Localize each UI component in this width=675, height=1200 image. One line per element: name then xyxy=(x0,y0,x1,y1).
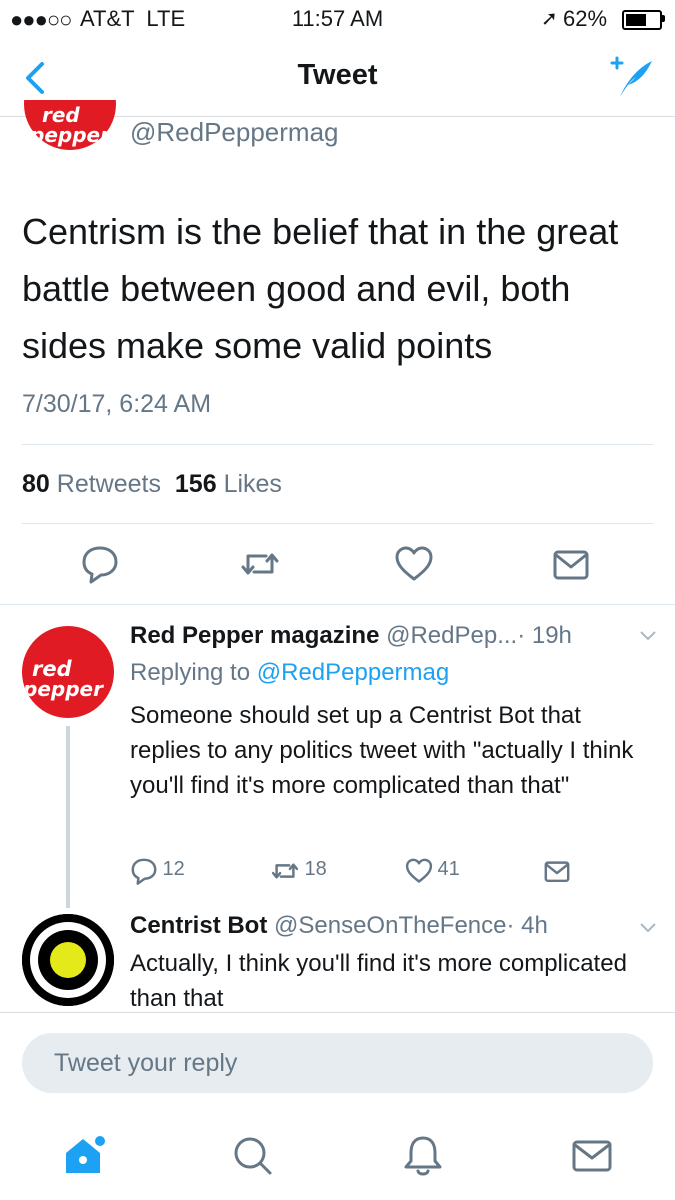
tab-search[interactable] xyxy=(230,1133,276,1179)
direct-message-button[interactable] xyxy=(542,857,572,887)
location-arrow-icon: ➚ xyxy=(541,8,558,30)
envelope-icon xyxy=(544,861,570,883)
reply-icon xyxy=(131,858,157,885)
battery-tip xyxy=(662,15,665,22)
reply-header: Centrist Bot @SenseOnTheFence· 4h xyxy=(130,912,548,940)
battery-icon xyxy=(622,10,662,30)
reply-input-placeholder: Tweet your reply xyxy=(54,1049,238,1077)
composer-divider xyxy=(0,1012,675,1013)
home-icon xyxy=(66,1136,105,1173)
heart-icon xyxy=(395,546,433,581)
retweet-icon xyxy=(241,553,279,575)
likes-count[interactable]: 156 xyxy=(175,470,217,498)
divider xyxy=(22,444,653,445)
reply-button[interactable]: 12 xyxy=(130,857,185,887)
reply-author-handle[interactable]: @RedPep... xyxy=(386,622,517,649)
battery-percent: 62% xyxy=(563,6,608,31)
reply-button[interactable] xyxy=(80,544,120,584)
retweet-icon xyxy=(271,863,299,879)
replying-to-handle[interactable]: @RedPeppermag xyxy=(257,659,449,686)
tweet-menu-button[interactable] xyxy=(638,918,658,938)
reply-time: · 4h xyxy=(506,912,548,939)
compose-tweet-button[interactable] xyxy=(606,55,656,100)
chevron-down-icon xyxy=(640,631,656,641)
tweet-timestamp: 7/30/17, 6:24 AM xyxy=(22,390,212,418)
like-count: 41 xyxy=(437,858,460,881)
thread-line xyxy=(66,726,70,908)
reply-input[interactable]: Tweet your reply xyxy=(22,1033,653,1093)
chevron-down-icon xyxy=(640,923,656,933)
retweet-count: 18 xyxy=(304,858,327,881)
retweets-count[interactable]: 80 xyxy=(22,470,50,498)
reply-avatar[interactable] xyxy=(22,914,114,1006)
author-avatar[interactable]: red pepper xyxy=(22,100,118,160)
tweet-text: Centrism is the belief that in the great… xyxy=(22,211,619,366)
compose-tweet-icon xyxy=(610,56,652,97)
page-title: Tweet xyxy=(297,59,378,91)
target-logo xyxy=(22,914,114,1006)
reply-header: Red Pepper magazine @RedPep...· 19h xyxy=(130,622,572,650)
reply-icon xyxy=(82,546,118,584)
reply-author-name[interactable]: Red Pepper magazine xyxy=(130,622,379,649)
reply-avatar[interactable]: red pepper xyxy=(22,626,114,718)
replying-to: Replying to @RedPeppermag xyxy=(130,659,449,687)
messages-icon xyxy=(572,1140,612,1172)
reply-text: Someone should set up a Centrist Bot tha… xyxy=(130,702,634,799)
likes-label[interactable]: Likes xyxy=(224,470,282,498)
reply-time: · 19h xyxy=(517,622,572,649)
svg-text:pepper: pepper xyxy=(29,123,111,147)
reply-text: Actually, I think you'll find it's more … xyxy=(130,950,627,1012)
notifications-icon xyxy=(404,1136,442,1176)
reply-author-name[interactable]: Centrist Bot xyxy=(130,912,267,939)
divider xyxy=(22,523,653,524)
engagement-counts: 80 Retweets 156 Likes xyxy=(22,470,282,499)
reply-author-handle[interactable]: @SenseOnTheFence xyxy=(274,912,507,939)
like-button[interactable] xyxy=(394,544,434,584)
tab-messages[interactable] xyxy=(570,1133,616,1179)
retweet-button[interactable]: 18 xyxy=(270,857,327,887)
replying-to-label: Replying to xyxy=(130,659,251,686)
envelope-icon xyxy=(553,550,589,580)
direct-message-button[interactable] xyxy=(551,544,591,584)
like-button[interactable]: 41 xyxy=(405,857,460,887)
reply-count: 12 xyxy=(162,858,185,881)
svg-text:pepper: pepper xyxy=(22,677,104,701)
retweet-button[interactable] xyxy=(240,544,280,584)
tab-notifications[interactable] xyxy=(400,1133,446,1179)
tweet-menu-button[interactable] xyxy=(638,626,658,646)
red-pepper-logo: red pepper xyxy=(24,100,116,150)
heart-icon xyxy=(405,858,433,883)
search-icon xyxy=(234,1137,272,1175)
divider xyxy=(0,604,675,605)
author-handle[interactable]: @RedPeppermag xyxy=(130,117,339,148)
red-pepper-logo: red pepper xyxy=(22,657,104,701)
tab-home[interactable] xyxy=(62,1133,108,1179)
retweets-label[interactable]: Retweets xyxy=(57,470,161,498)
status-bar: ●●●○○ AT&T LTE 11:57 AM ➚ 62% xyxy=(0,0,675,38)
